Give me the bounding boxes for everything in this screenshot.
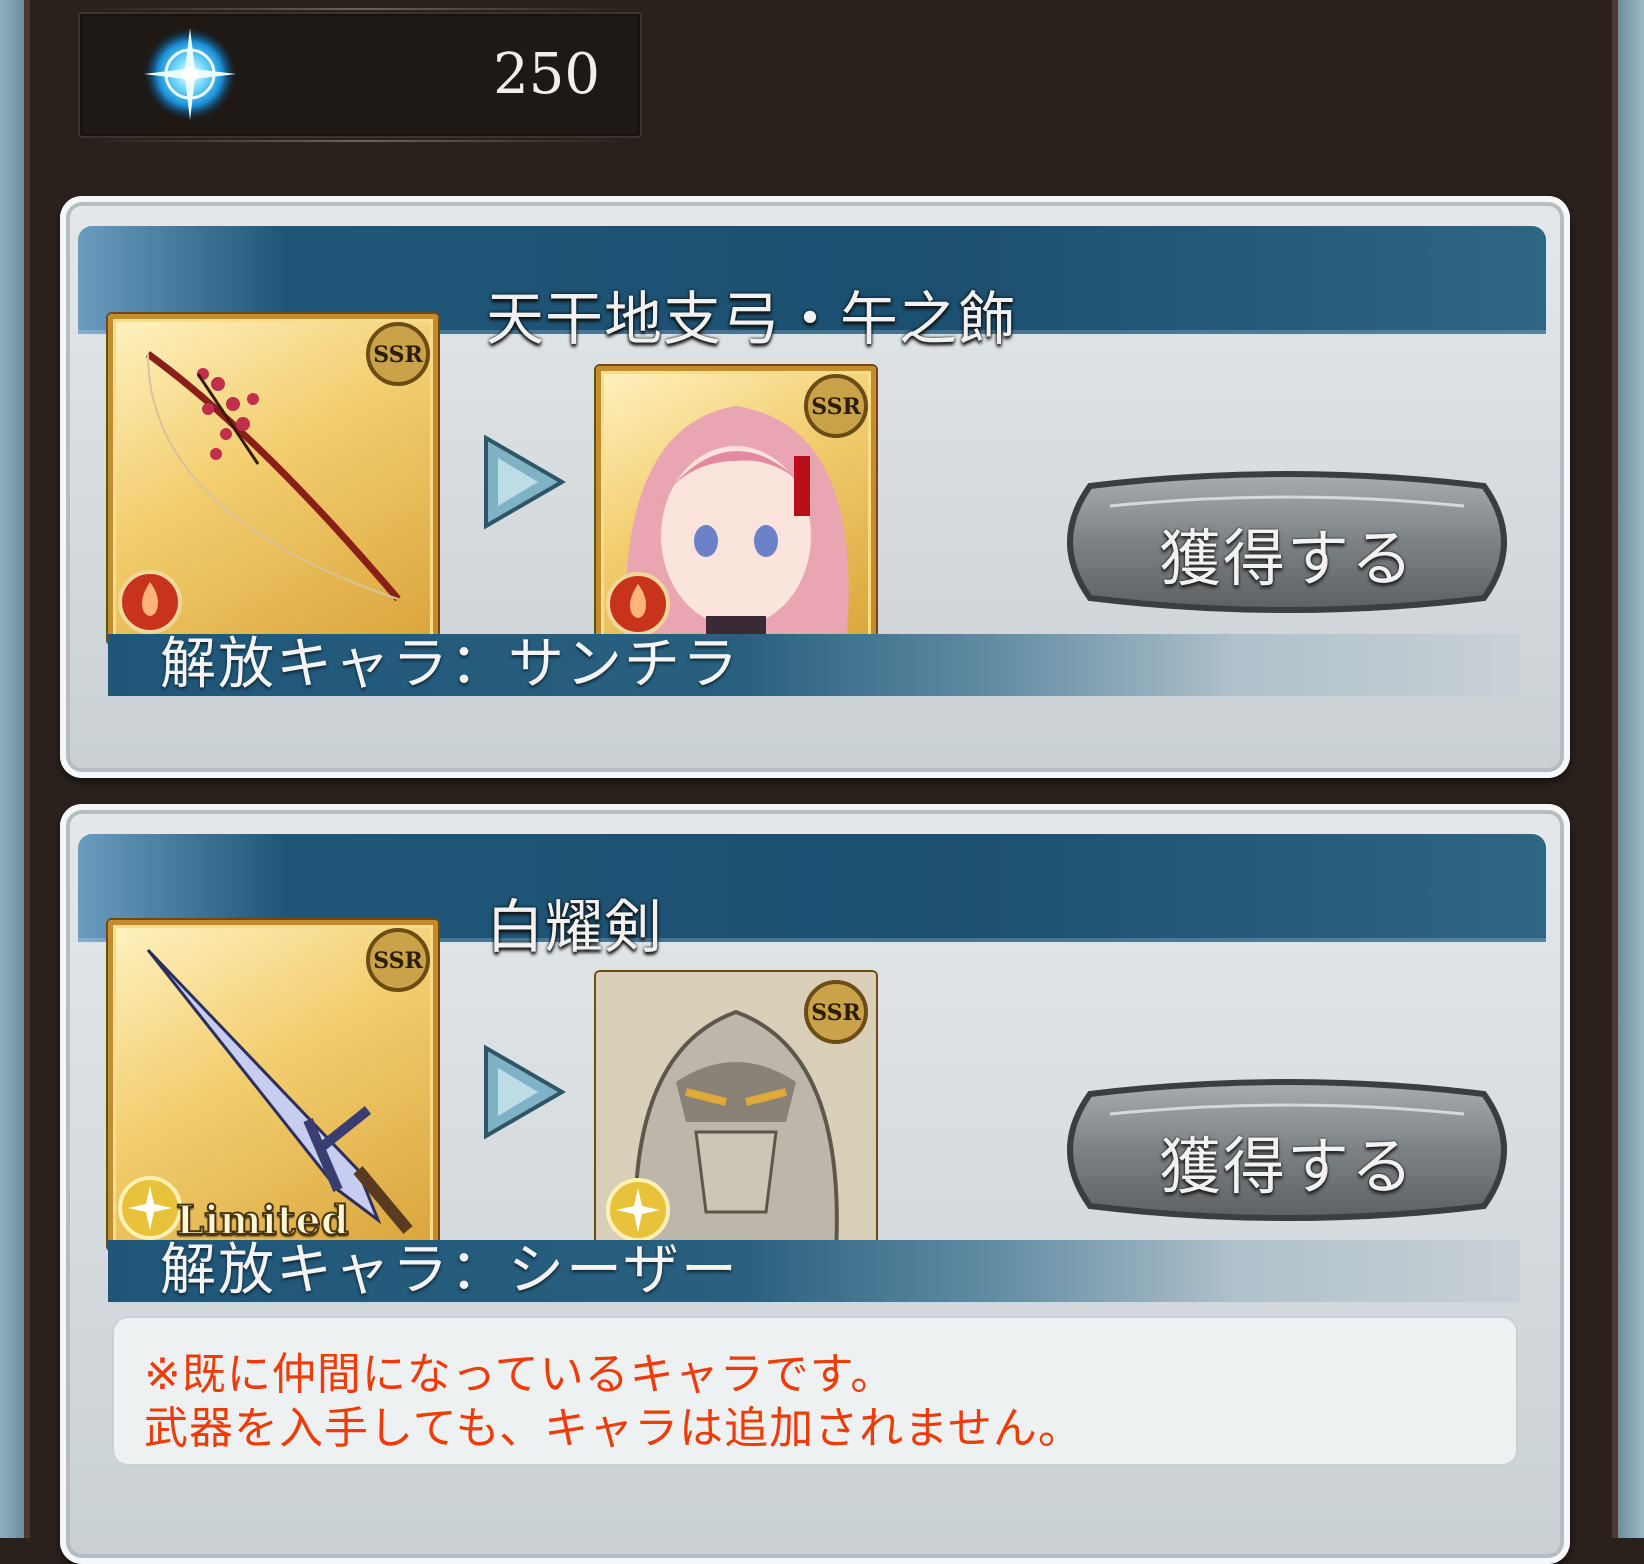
weapon-thumbnail[interactable]: SSR Limited <box>108 920 438 1250</box>
already-owned-notice: ※既に仲間になっているキャラです。 武器を入手しても、キャラは追加されません。 <box>112 1316 1518 1466</box>
light-element-icon <box>118 1176 182 1240</box>
light-element-icon <box>606 1178 670 1242</box>
limited-badge: Limited <box>175 1196 350 1245</box>
release-character-bar: 解放キャラ：サンチラ <box>108 634 1520 696</box>
weapon-thumbnail[interactable]: SSR <box>108 314 438 644</box>
notice-line-2: 武器を入手しても、キャラは追加されません。 <box>144 1403 1083 1454</box>
svg-text:SSR: SSR <box>811 1000 861 1026</box>
weapon-name: 白耀剣 <box>486 893 664 961</box>
crystal-icon <box>144 28 236 120</box>
svg-text:SSR: SSR <box>811 394 861 420</box>
frame-border-left <box>24 0 30 1538</box>
svg-text:SSR: SSR <box>373 948 423 974</box>
weapon-card-2: 白耀剣 SSR Limited SSR 獲得する 解放キャラ：シーザー ※既に仲… <box>60 804 1570 1564</box>
right-frame <box>1618 0 1644 1538</box>
fire-element-icon <box>118 570 182 634</box>
release-character-label: 解放キャラ：シーザー <box>160 1238 739 1303</box>
weapon-card-1: 天干地支弓・午之飾 SSR SSR 獲得する 解放キャラ：サンチラ <box>60 196 1570 778</box>
acquire-button[interactable]: 獲得する <box>1050 466 1524 618</box>
release-character-bar: 解放キャラ：シーザー <box>108 1240 1520 1302</box>
character-portrait[interactable]: SSR <box>596 366 876 646</box>
ssr-badge: SSR <box>366 322 430 386</box>
ssr-badge: SSR <box>804 374 868 438</box>
frame-border-right <box>1612 0 1618 1538</box>
weapon-name: 天干地支弓・午之飾 <box>486 285 1018 353</box>
acquire-button-label: 獲得する <box>1158 522 1415 595</box>
acquire-button[interactable]: 獲得する <box>1050 1074 1524 1226</box>
crystal-counter: 250 <box>78 8 642 142</box>
acquire-button-label: 獲得する <box>1158 1130 1415 1203</box>
fire-element-icon <box>606 572 670 636</box>
crystal-count: 250 <box>493 42 600 107</box>
arrow-right-icon <box>484 1044 566 1140</box>
release-character-label: 解放キャラ：サンチラ <box>160 632 740 697</box>
ssr-badge: SSR <box>804 980 868 1044</box>
ssr-badge: SSR <box>366 928 430 992</box>
character-portrait[interactable]: SSR <box>596 972 876 1252</box>
left-frame <box>0 0 24 1538</box>
svg-text:SSR: SSR <box>373 342 423 368</box>
arrow-right-icon <box>484 434 566 530</box>
